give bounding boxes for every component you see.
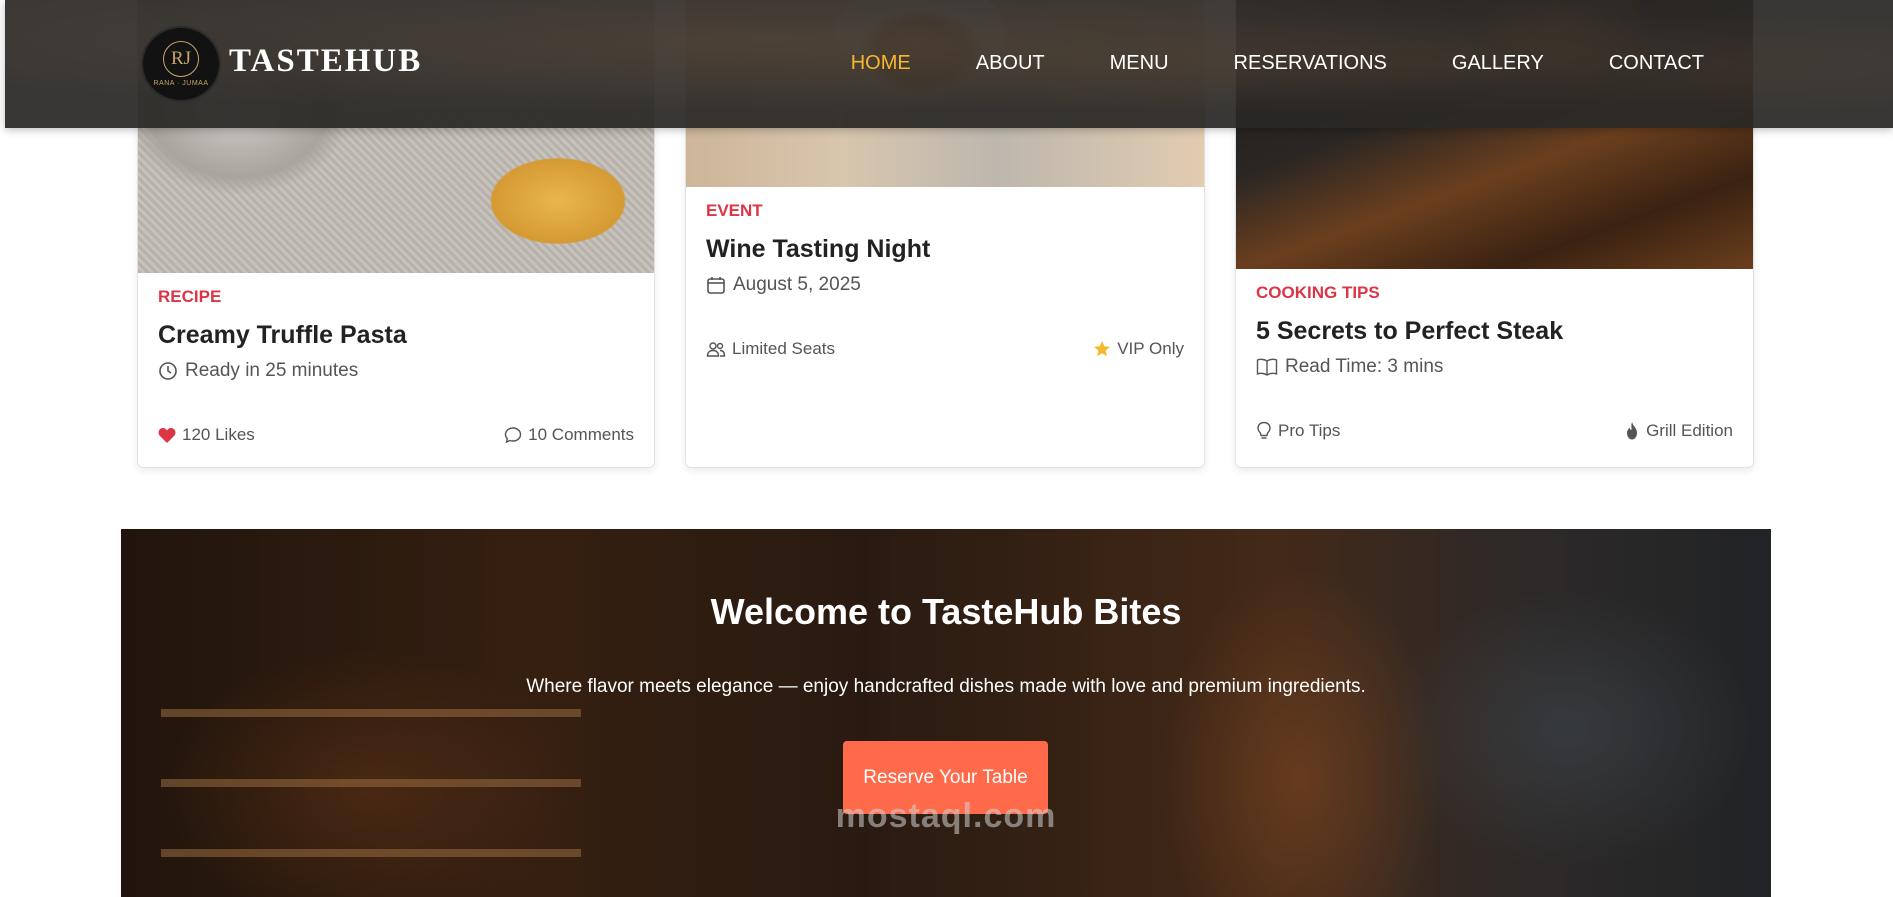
people-icon <box>706 341 726 357</box>
card-title[interactable]: Creamy Truffle Pasta <box>158 321 634 350</box>
card-body: EVENT Wine Tasting Night August 5, 2025 <box>706 201 1184 296</box>
pro-tips: Pro Tips <box>1256 421 1340 441</box>
grill-edition: Grill Edition <box>1624 421 1733 441</box>
lightbulb-icon <box>1256 421 1272 441</box>
fire-icon <box>1624 421 1640 441</box>
nav-about[interactable]: ABOUT <box>976 52 1045 75</box>
nav-gallery[interactable]: GALLERY <box>1452 52 1544 75</box>
heart-icon <box>158 427 176 444</box>
card-body: RECIPE Creamy Truffle Pasta Ready in 25 … <box>158 287 634 382</box>
card-meta: August 5, 2025 <box>706 274 1184 296</box>
card-body: COOKING TIPS 5 Secrets to Perfect Steak … <box>1256 283 1733 378</box>
pro-tips-text: Pro Tips <box>1278 421 1341 440</box>
watermark: mostaql.com <box>835 797 1057 835</box>
page: RJ RANA · JUMAA TASTEHUB HOME ABOUT MENU… <box>0 0 1893 897</box>
nav-menu[interactable]: MENU <box>1110 52 1169 75</box>
comments[interactable]: 10 Comments <box>504 425 634 445</box>
book-icon <box>1256 358 1278 376</box>
hero-title: Welcome to TasteHub Bites <box>710 591 1182 632</box>
vip-text: VIP Only <box>1117 339 1184 358</box>
nav-home[interactable]: HOME <box>851 52 911 75</box>
main-nav: HOME ABOUT MENU RESERVATIONS GALLERY CON… <box>786 52 1704 75</box>
seats-text: Limited Seats <box>732 339 835 358</box>
hero-overlay <box>121 529 1771 897</box>
logo[interactable]: RJ RANA · JUMAA <box>141 26 221 102</box>
navbar: RJ RANA · JUMAA TASTEHUB HOME ABOUT MENU… <box>5 0 1893 128</box>
grill-edition-text: Grill Edition <box>1646 421 1733 440</box>
card-meta-text: Read Time: 3 mins <box>1285 356 1444 377</box>
card-meta-text: August 5, 2025 <box>733 274 861 295</box>
card-meta: Ready in 25 minutes <box>158 360 634 382</box>
vip-badge: VIP Only <box>1093 339 1184 359</box>
likes-text: 120 Likes <box>182 425 255 444</box>
card-footer: Pro Tips Grill Edition <box>1256 421 1733 441</box>
card-title[interactable]: Wine Tasting Night <box>706 235 1184 264</box>
card-footer: 120 Likes 10 Comments <box>158 425 634 445</box>
card-footer: Limited Seats VIP Only <box>706 339 1184 359</box>
card-category: COOKING TIPS <box>1256 283 1380 302</box>
star-icon <box>1093 340 1111 358</box>
nav-reservations[interactable]: RESERVATIONS <box>1234 52 1387 75</box>
likes[interactable]: 120 Likes <box>158 425 255 445</box>
comment-icon <box>504 426 522 444</box>
card-meta-text: Ready in 25 minutes <box>185 360 359 381</box>
seats: Limited Seats <box>706 339 835 359</box>
clock-icon <box>158 361 178 381</box>
comments-text: 10 Comments <box>528 425 634 444</box>
logo-monogram: RJ <box>163 41 199 77</box>
calendar-icon <box>706 275 726 295</box>
card-category: RECIPE <box>158 287 222 306</box>
card-meta: Read Time: 3 mins <box>1256 356 1733 378</box>
brand-name[interactable]: TASTEHUB <box>229 43 422 80</box>
logo-subtext: RANA · JUMAA <box>153 80 209 87</box>
card-title[interactable]: 5 Secrets to Perfect Steak <box>1256 317 1733 346</box>
card-category: EVENT <box>706 201 763 220</box>
hero-banner: Welcome to TasteHub Bites Where flavor m… <box>121 529 1771 897</box>
hero-subtitle: Where flavor meets elegance — enjoy hand… <box>526 676 1366 697</box>
nav-contact[interactable]: CONTACT <box>1609 52 1704 75</box>
